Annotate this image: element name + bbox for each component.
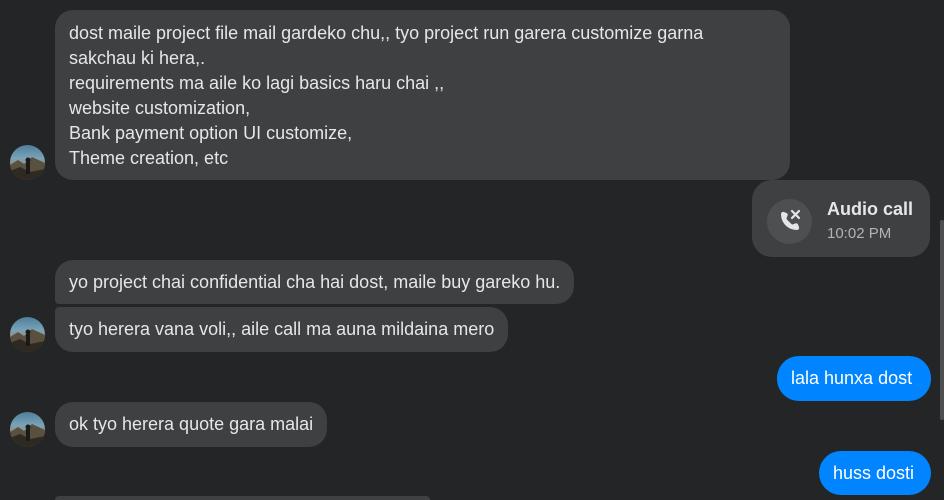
audio-call-card[interactable]: Audio call 10:02 PM	[752, 180, 930, 257]
scrollbar-thumb[interactable]	[940, 220, 944, 420]
call-title: Audio call	[827, 199, 914, 219]
user-avatar-icon	[10, 329, 45, 352]
message-line: website customization,	[69, 98, 251, 118]
user-avatar-icon	[10, 157, 45, 180]
message-line: Theme creation, etc	[69, 148, 229, 168]
message-text: huss dosti	[833, 463, 915, 483]
incoming-message[interactable]: dost maile project file mail gardeko chu…	[55, 10, 790, 180]
message-text: tyo herera vana voli,, aile call ma auna…	[69, 319, 495, 339]
call-time: 10:02 PM	[827, 225, 892, 242]
scrollbar-track[interactable]	[940, 0, 944, 500]
missed-call-icon	[767, 199, 812, 244]
outgoing-message[interactable]: huss dosti	[819, 451, 931, 495]
message-text: lala hunxa dost	[791, 368, 913, 388]
incoming-message-partial[interactable]	[55, 496, 430, 500]
sender-avatar[interactable]	[10, 145, 45, 180]
outgoing-message[interactable]: lala hunxa dost	[777, 356, 931, 401]
message-line: sakchau ki hera,.	[69, 48, 206, 68]
message-text: yo project chai confidential cha hai dos…	[69, 272, 561, 292]
sender-avatar[interactable]	[10, 317, 45, 352]
sender-avatar[interactable]	[10, 412, 45, 447]
message-line: Bank payment option UI customize,	[69, 123, 353, 143]
user-avatar-icon	[10, 424, 45, 447]
incoming-message[interactable]: ok tyo herera quote gara malai	[55, 402, 328, 447]
incoming-message[interactable]: tyo herera vana voli,, aile call ma auna…	[55, 307, 509, 352]
message-line: dost maile project file mail gardeko chu…	[69, 23, 704, 43]
message-text: ok tyo herera quote gara malai	[69, 414, 314, 434]
incoming-message[interactable]: yo project chai confidential cha hai dos…	[55, 260, 575, 304]
chat-thread: dost maile project file mail gardeko chu…	[0, 0, 944, 500]
message-line: requirements ma aile ko lagi basics haru…	[69, 73, 445, 93]
